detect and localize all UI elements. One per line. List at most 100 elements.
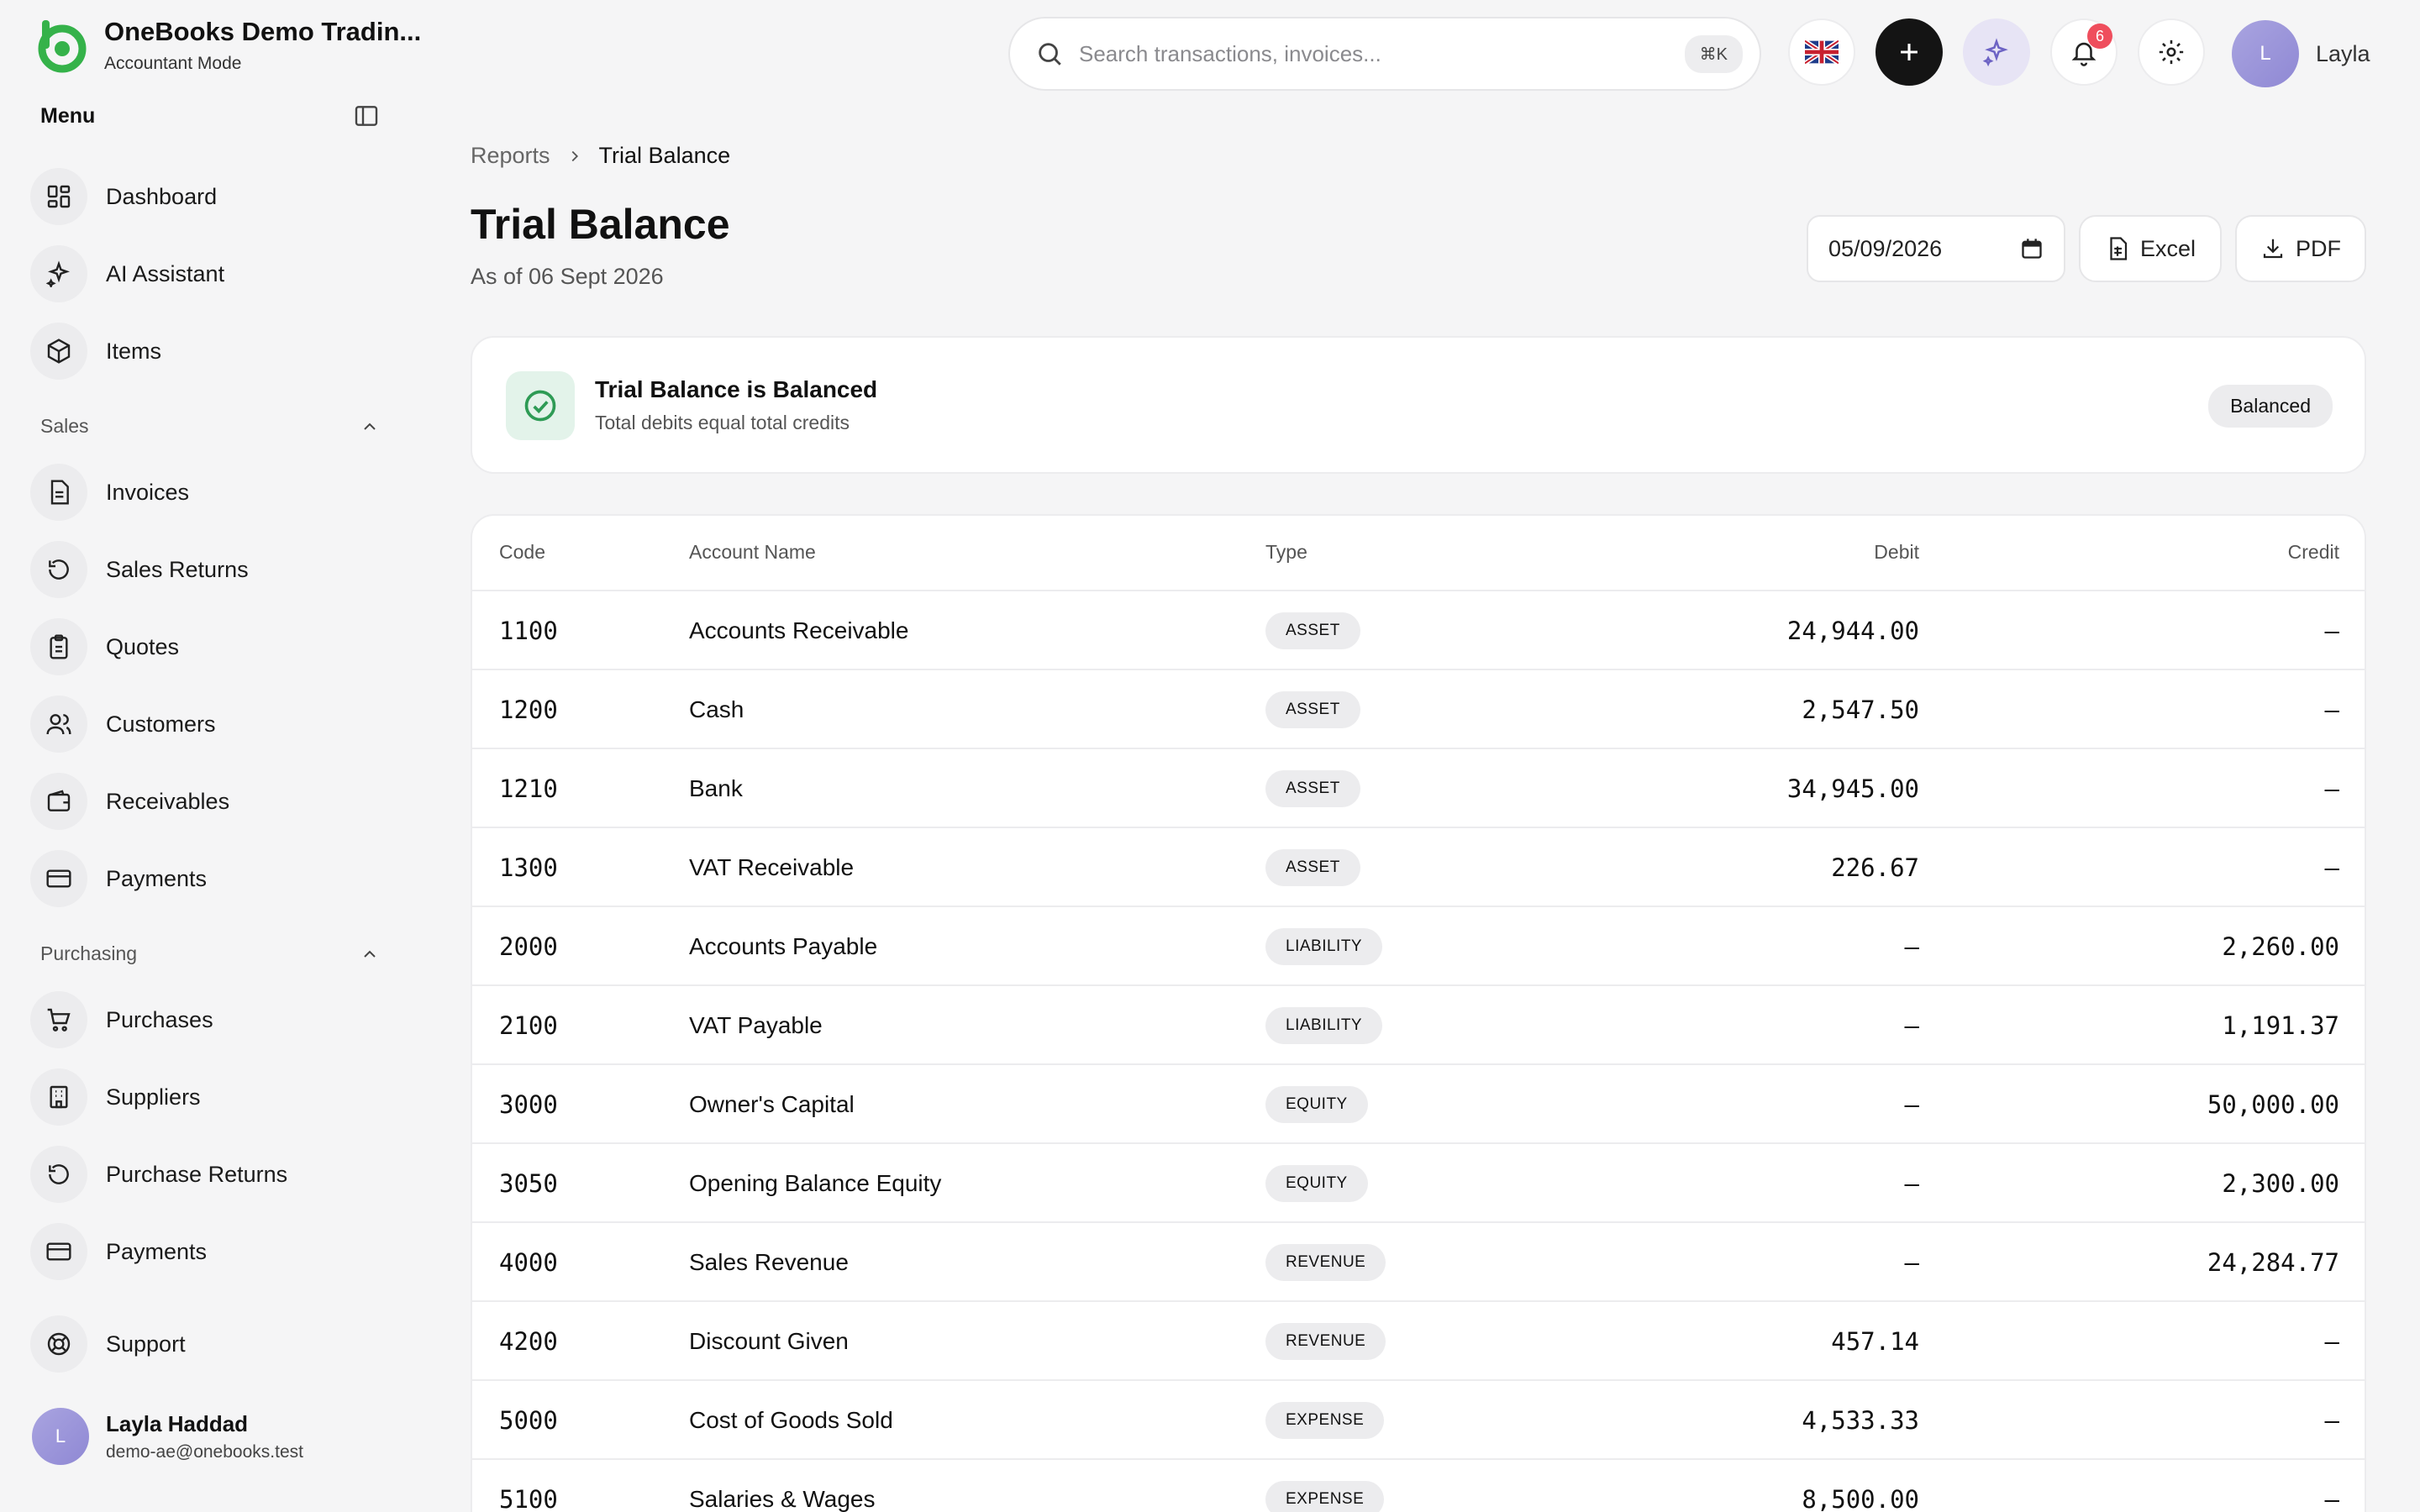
sidebar-user-card[interactable]: L Layla Haddad demo-ae@onebooks.test (32, 1408, 303, 1465)
account-type-badge: LIABILITY (1265, 1007, 1383, 1044)
column-header-account-name: Account Name (689, 541, 816, 563)
debit-amount: 226.67 (1831, 853, 1919, 882)
user-menu[interactable]: L Layla (2232, 20, 2370, 87)
breadcrumb-reports-link[interactable]: Reports (471, 143, 550, 169)
sidebar-item-quotes[interactable]: Quotes (30, 615, 383, 679)
account-type-badge: EXPENSE (1265, 1402, 1385, 1439)
gear-icon (2159, 39, 2184, 65)
debit-amount: – (1904, 1169, 1919, 1198)
sidebar-item-suppliers[interactable]: Suppliers (30, 1065, 383, 1129)
status-subtitle: Total debits equal total credits (595, 412, 850, 433)
box-icon (47, 339, 71, 364)
table-row[interactable]: 2100 VAT Payable LIABILITY – 1,191.37 (472, 986, 2365, 1065)
notification-count-badge: 6 (2087, 24, 2112, 49)
spreadsheet-icon (2110, 237, 2128, 260)
debit-amount: – (1904, 932, 1919, 961)
credit-amount: 50,000.00 (2207, 1090, 2339, 1119)
calendar-icon[interactable] (2020, 237, 2044, 260)
table-row[interactable]: 1100 Accounts Receivable ASSET 24,944.00… (472, 591, 2365, 670)
table-row[interactable]: 5100 Salaries & Wages EXPENSE 8,500.00 – (472, 1460, 2365, 1512)
account-type-badge: ASSET (1265, 770, 1360, 807)
sparkle-icon (1982, 38, 2008, 66)
sidebar-item-purchases[interactable]: Purchases (30, 988, 383, 1052)
account-type-badge: EQUITY (1265, 1165, 1368, 1202)
chevron-up-icon (364, 950, 376, 958)
sidebar-item-label: Payments (106, 865, 208, 891)
sidebar-item-label: Purchases (106, 1006, 213, 1032)
export-pdf-button[interactable]: PDF (2235, 215, 2366, 282)
credit-amount: 2,260.00 (2222, 932, 2339, 961)
table-row[interactable]: 3050 Opening Balance Equity EQUITY – 2,3… (472, 1144, 2365, 1223)
table-row[interactable]: 3000 Owner's Capital EQUITY – 50,000.00 (472, 1065, 2365, 1144)
sidebar-item-label: Support (106, 1331, 186, 1357)
search-shortcut: ⌘K (1684, 34, 1743, 73)
table-row[interactable]: 1300 VAT Receivable ASSET 226.67 – (472, 828, 2365, 907)
table-row[interactable]: 1200 Cash ASSET 2,547.50 – (472, 670, 2365, 749)
create-new-button[interactable] (1876, 18, 1943, 86)
menu-title: Menu (40, 103, 96, 128)
as-of-date-input[interactable]: 05/09/2026 (1807, 215, 2065, 282)
account-code: 1300 (499, 853, 558, 882)
sidebar-item-items[interactable]: Items (30, 319, 383, 383)
table-row[interactable]: 4200 Discount Given REVENUE 457.14 – (472, 1302, 2365, 1381)
settings-button[interactable] (2138, 18, 2205, 86)
sidebar-item-invoices[interactable]: Invoices (30, 460, 383, 524)
sidebar-item-label: Quotes (106, 633, 180, 659)
brand[interactable]: OneBooks Demo Tradin... Accountant Mode (32, 17, 421, 74)
date-value: 05/09/2026 (1828, 235, 1943, 261)
language-button[interactable] (1788, 18, 1855, 86)
search-input[interactable] (1079, 40, 1685, 67)
excel-label: Excel (2139, 235, 2196, 261)
download-icon (2263, 239, 2283, 259)
table-row[interactable]: 2000 Accounts Payable LIABILITY – 2,260.… (472, 907, 2365, 986)
account-name: Salaries & Wages (689, 1486, 876, 1512)
credit-amount: – (2324, 1485, 2339, 1512)
account-name: Cash (689, 696, 744, 722)
sidebar-item-label: Receivables (106, 788, 230, 814)
account-name: VAT Receivable (689, 854, 855, 880)
export-excel-button[interactable]: Excel (2079, 215, 2222, 282)
account-type-badge: EQUITY (1265, 1086, 1368, 1123)
table-row[interactable]: 4000 Sales Revenue REVENUE – 24,284.77 (472, 1223, 2365, 1302)
credit-amount: – (2324, 1327, 2339, 1356)
account-code: 5000 (499, 1406, 558, 1435)
ai-assistant-button[interactable] (1963, 18, 2030, 86)
debit-amount: 34,945.00 (1786, 774, 1919, 803)
account-name: VAT Payable (689, 1012, 823, 1038)
user-name: Layla Haddad (106, 1410, 249, 1436)
sidebar-item-customers[interactable]: Customers (30, 692, 383, 756)
card-icon (46, 1242, 71, 1261)
sidebar-item-support[interactable]: Support (30, 1312, 383, 1376)
table-row[interactable]: 1210 Bank ASSET 34,945.00 – (472, 749, 2365, 828)
plus-icon (1901, 44, 1918, 60)
column-header-type: Type (1265, 541, 1307, 563)
return-icon (49, 1164, 69, 1184)
account-name: Owner's Capital (689, 1091, 855, 1117)
sidebar-item-dashboard[interactable]: Dashboard (30, 165, 383, 228)
sidebar-item-purchase-returns[interactable]: Purchase Returns (30, 1142, 383, 1206)
purchasing-section-toggle[interactable]: Purchasing (40, 942, 380, 965)
search-icon (1039, 43, 1061, 66)
search-bar[interactable]: ⌘K (1008, 17, 1761, 91)
sales-section-label: Sales (40, 415, 89, 437)
account-code: 1210 (499, 774, 558, 803)
sidebar-item-purchase-payments[interactable]: Payments (30, 1220, 383, 1284)
account-code: 4200 (499, 1327, 558, 1356)
sidebar-item-sales-returns[interactable]: Sales Returns (30, 538, 383, 601)
sidebar-item-receivables[interactable]: Receivables (30, 769, 383, 833)
building-icon (50, 1085, 68, 1109)
account-name: Opening Balance Equity (689, 1170, 942, 1196)
credit-amount: – (2324, 617, 2339, 645)
purchasing-section-label: Purchasing (40, 942, 138, 964)
status-title: Trial Balance is Balanced (595, 376, 878, 402)
sales-section-toggle[interactable]: Sales (40, 415, 380, 438)
sidebar-collapse-icon[interactable] (353, 102, 380, 129)
account-type-badge: ASSET (1265, 849, 1360, 886)
sidebar-item-payments[interactable]: Payments (30, 847, 383, 911)
account-type-badge: ASSET (1265, 691, 1360, 728)
notifications-button[interactable]: 6 (2050, 18, 2118, 86)
sidebar-item-ai-assistant[interactable]: AI Assistant (30, 242, 383, 306)
account-name: Discount Given (689, 1328, 849, 1354)
credit-amount: – (2324, 1406, 2339, 1435)
table-row[interactable]: 5000 Cost of Goods Sold EXPENSE 4,533.33… (472, 1381, 2365, 1460)
